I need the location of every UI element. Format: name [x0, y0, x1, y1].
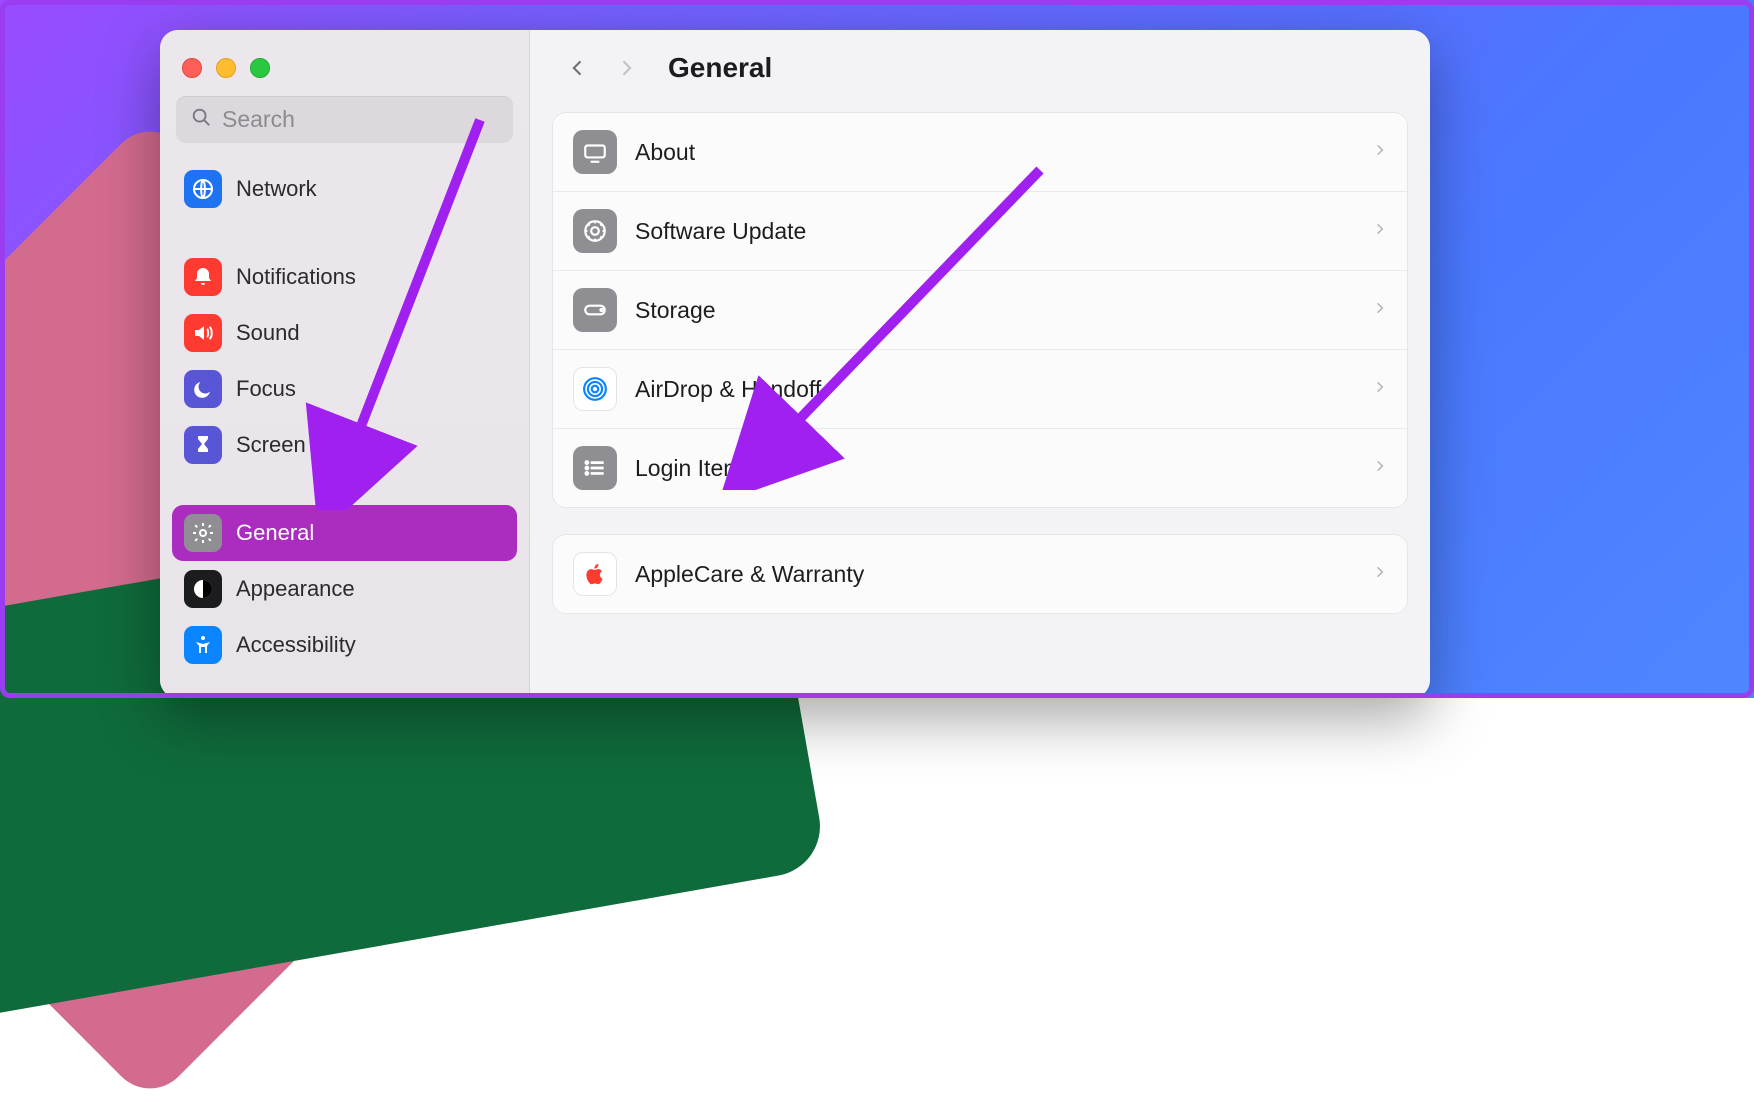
globe-icon	[184, 170, 222, 208]
apple-logo-icon	[573, 552, 617, 596]
sidebar-item-appearance[interactable]: Appearance	[172, 561, 517, 617]
hourglass-icon	[184, 426, 222, 464]
back-button[interactable]	[558, 48, 598, 88]
row-airdrop-handoff[interactable]: AirDrop & Handoff	[553, 350, 1407, 429]
row-login-items[interactable]: Login Items	[553, 429, 1407, 507]
row-applecare-warranty[interactable]: AppleCare & Warranty	[553, 535, 1407, 613]
system-settings-window: Network Notifications Sound Focus	[160, 30, 1430, 698]
moon-icon	[184, 370, 222, 408]
sidebar-item-general[interactable]: General	[172, 505, 517, 561]
sidebar-item-label: Accessibility	[236, 632, 356, 658]
sidebar-item-accessibility[interactable]: Accessibility	[172, 617, 517, 673]
maximize-window-button[interactable]	[250, 58, 270, 78]
window-controls	[160, 40, 529, 96]
sidebar-item-sound[interactable]: Sound	[172, 305, 517, 361]
forward-button[interactable]	[606, 48, 646, 88]
main-content: General About Software Update	[530, 30, 1430, 698]
sidebar-item-focus[interactable]: Focus	[172, 361, 517, 417]
storage-icon	[573, 288, 617, 332]
page-title: General	[668, 52, 772, 84]
search-field[interactable]	[176, 96, 513, 143]
content-header: General	[552, 30, 1408, 112]
gear-icon	[573, 209, 617, 253]
sidebar-item-label: Network	[236, 176, 317, 202]
minimize-window-button[interactable]	[216, 58, 236, 78]
accessibility-icon	[184, 626, 222, 664]
sidebar-item-notifications[interactable]: Notifications	[172, 249, 517, 305]
row-label: About	[635, 139, 1355, 166]
chevron-right-icon	[1373, 380, 1387, 399]
row-label: Storage	[635, 297, 1355, 324]
chevron-right-icon	[1373, 459, 1387, 478]
chevron-right-icon	[1373, 222, 1387, 241]
sidebar-item-network[interactable]: Network	[172, 161, 517, 217]
row-label: AirDrop & Handoff	[635, 376, 1355, 403]
row-about[interactable]: About	[553, 113, 1407, 192]
chevron-right-icon	[1373, 301, 1387, 320]
airdrop-icon	[573, 367, 617, 411]
sidebar-item-label: Sound	[236, 320, 300, 346]
sidebar-item-label: Notifications	[236, 264, 356, 290]
sidebar-item-screen-time[interactable]: Screen Time	[172, 417, 517, 473]
row-label: Software Update	[635, 218, 1355, 245]
chevron-right-icon	[1373, 565, 1387, 584]
speaker-icon	[184, 314, 222, 352]
gear-icon	[184, 514, 222, 552]
sidebar-item-label: Focus	[236, 376, 296, 402]
settings-group-1: About Software Update Storage	[552, 112, 1408, 508]
sidebar-item-label: General	[236, 520, 314, 546]
row-label: Login Items	[635, 455, 1355, 482]
search-container	[160, 96, 529, 155]
chevron-right-icon	[1373, 143, 1387, 162]
sidebar: Network Notifications Sound Focus	[160, 30, 530, 698]
row-storage[interactable]: Storage	[553, 271, 1407, 350]
contrast-icon	[184, 570, 222, 608]
sidebar-item-label: Appearance	[236, 576, 355, 602]
display-icon	[573, 130, 617, 174]
bell-icon	[184, 258, 222, 296]
row-software-update[interactable]: Software Update	[553, 192, 1407, 271]
sidebar-item-label: Screen Time	[236, 432, 360, 458]
list-icon	[573, 446, 617, 490]
close-window-button[interactable]	[182, 58, 202, 78]
search-icon	[190, 106, 212, 133]
search-input[interactable]	[222, 106, 499, 133]
settings-group-2: AppleCare & Warranty	[552, 534, 1408, 614]
row-label: AppleCare & Warranty	[635, 561, 1355, 588]
sidebar-list: Network Notifications Sound Focus	[160, 155, 529, 679]
